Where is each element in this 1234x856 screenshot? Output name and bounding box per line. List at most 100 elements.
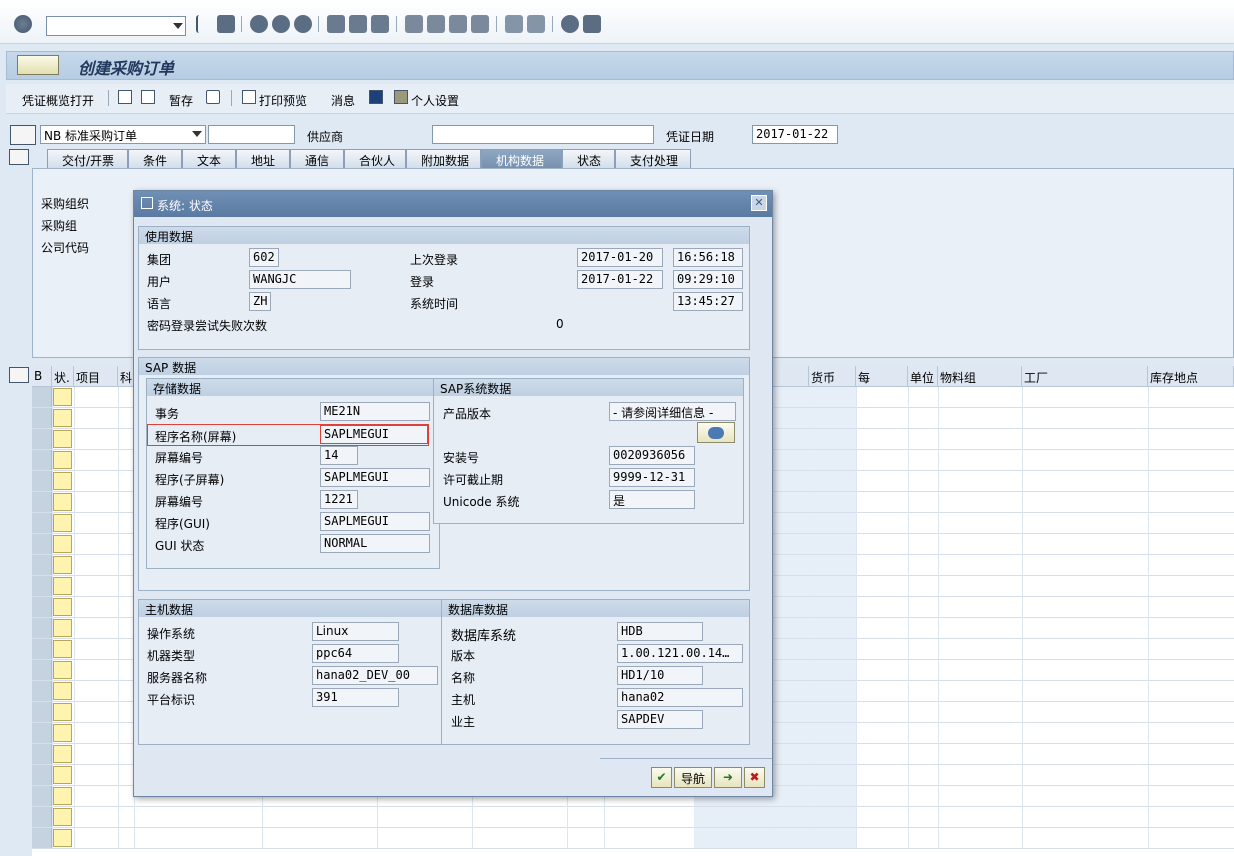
cancel-icon[interactable]: ✖ xyxy=(744,767,765,788)
column-header[interactable]: 库存地点 xyxy=(1148,366,1234,387)
tab-org-data[interactable]: 机构数据 xyxy=(481,149,562,168)
status-cell[interactable] xyxy=(53,808,72,826)
row-selector[interactable] xyxy=(32,786,52,806)
status-cell[interactable] xyxy=(53,619,72,637)
row-selector[interactable] xyxy=(32,471,52,491)
create-session-icon[interactable] xyxy=(505,15,523,33)
continue-icon[interactable]: ➜ xyxy=(714,767,742,788)
status-cell[interactable] xyxy=(53,703,72,721)
layout-icon[interactable] xyxy=(583,15,601,33)
personal-settings-button[interactable]: 个人设置 xyxy=(411,92,459,109)
chevron-down-icon[interactable] xyxy=(173,23,183,29)
next-page-icon[interactable] xyxy=(449,15,467,33)
navigate-button[interactable]: 导航 xyxy=(674,767,712,788)
status-cell[interactable] xyxy=(53,829,72,847)
status-cell[interactable] xyxy=(53,493,72,511)
details-button[interactable] xyxy=(697,422,735,443)
row-selector[interactable] xyxy=(32,807,52,827)
row-selector[interactable] xyxy=(32,555,52,575)
doc-overview-button[interactable]: 凭证概览打开 xyxy=(22,92,94,109)
status-cell[interactable] xyxy=(53,535,72,553)
hold-button[interactable]: 暂存 xyxy=(169,92,193,109)
tab-delivery-invoice[interactable]: 交付/开票 xyxy=(47,149,128,168)
shortcut-icon[interactable] xyxy=(527,15,545,33)
row-selector[interactable] xyxy=(32,534,52,554)
row-selector[interactable] xyxy=(32,450,52,470)
order-type-dropdown[interactable]: NB 标准采购订单 xyxy=(40,125,206,144)
status-cell[interactable] xyxy=(53,577,72,595)
tab-conditions[interactable]: 条件 xyxy=(128,149,182,168)
find-icon[interactable] xyxy=(349,15,367,33)
print-icon[interactable] xyxy=(327,15,345,33)
status-cell[interactable] xyxy=(53,682,72,700)
tab-payment[interactable]: 支付处理 xyxy=(615,149,691,168)
close-icon[interactable]: ✕ xyxy=(751,195,767,211)
command-field[interactable] xyxy=(46,16,186,36)
help-icon[interactable] xyxy=(561,15,579,33)
column-header[interactable]: B xyxy=(32,366,52,387)
status-cell[interactable] xyxy=(53,745,72,763)
save-icon[interactable] xyxy=(217,15,235,33)
exit-icon[interactable] xyxy=(272,15,290,33)
status-cell[interactable] xyxy=(53,388,72,406)
row-selector[interactable] xyxy=(32,387,52,407)
status-cell[interactable] xyxy=(53,640,72,658)
status-cell[interactable] xyxy=(53,766,72,784)
status-cell[interactable] xyxy=(53,598,72,616)
row-selector[interactable] xyxy=(32,492,52,512)
tab-status[interactable]: 状态 xyxy=(562,149,615,168)
row-selector[interactable] xyxy=(32,408,52,428)
row-selector[interactable] xyxy=(32,597,52,617)
print-preview-button[interactable]: 打印预览 xyxy=(259,92,307,109)
row-selector[interactable] xyxy=(32,618,52,638)
status-cell[interactable] xyxy=(53,661,72,679)
status-cell[interactable] xyxy=(53,430,72,448)
po-number-field[interactable] xyxy=(208,125,295,144)
column-header[interactable]: 项目 xyxy=(74,366,118,387)
row-selector[interactable] xyxy=(32,660,52,680)
collapse-header-icon[interactable] xyxy=(9,149,29,165)
cancel-icon[interactable] xyxy=(294,15,312,33)
row-selector[interactable] xyxy=(32,513,52,533)
status-cell[interactable] xyxy=(53,409,72,427)
other-document-icon[interactable] xyxy=(141,90,155,104)
check-icon[interactable] xyxy=(206,90,220,104)
column-header[interactable]: 物料组 xyxy=(938,366,1022,387)
row-selector[interactable] xyxy=(32,639,52,659)
tab-communication[interactable]: 通信 xyxy=(290,149,344,168)
vendor-field[interactable] xyxy=(432,125,654,144)
row-selector[interactable] xyxy=(32,723,52,743)
find-next-icon[interactable] xyxy=(371,15,389,33)
prev-page-icon[interactable] xyxy=(427,15,445,33)
status-cell[interactable] xyxy=(53,724,72,742)
status-cell[interactable] xyxy=(53,514,72,532)
messages-button[interactable]: 消息 xyxy=(331,92,355,109)
doc-date-field[interactable]: 2017-01-22 xyxy=(752,125,838,144)
column-header[interactable]: 科 xyxy=(118,366,134,387)
back-nav-icon[interactable] xyxy=(250,15,268,33)
row-selector[interactable] xyxy=(32,681,52,701)
tab-texts[interactable]: 文本 xyxy=(182,149,236,168)
tab-address[interactable]: 地址 xyxy=(236,149,290,168)
first-page-icon[interactable] xyxy=(405,15,423,33)
column-header[interactable]: 状. xyxy=(52,366,74,387)
status-cell[interactable] xyxy=(53,556,72,574)
back-icon[interactable] xyxy=(196,15,206,33)
last-page-icon[interactable] xyxy=(471,15,489,33)
row-selector[interactable] xyxy=(32,744,52,764)
column-header[interactable]: 货币 xyxy=(809,366,856,387)
status-cell[interactable] xyxy=(53,787,72,805)
info-icon[interactable] xyxy=(369,90,383,104)
new-document-icon[interactable] xyxy=(118,90,132,104)
column-header[interactable]: 单位 xyxy=(908,366,938,387)
cart-icon[interactable] xyxy=(10,125,36,145)
confirm-button[interactable]: ✔ xyxy=(651,767,672,788)
enter-icon[interactable] xyxy=(14,15,32,33)
row-selector[interactable] xyxy=(32,429,52,449)
menu-icon[interactable] xyxy=(17,55,59,75)
row-selector[interactable] xyxy=(32,702,52,722)
tab-additional-data[interactable]: 附加数据 xyxy=(406,149,481,168)
status-cell[interactable] xyxy=(53,472,72,490)
tab-partners[interactable]: 合伙人 xyxy=(344,149,406,168)
row-selector[interactable] xyxy=(32,828,52,848)
